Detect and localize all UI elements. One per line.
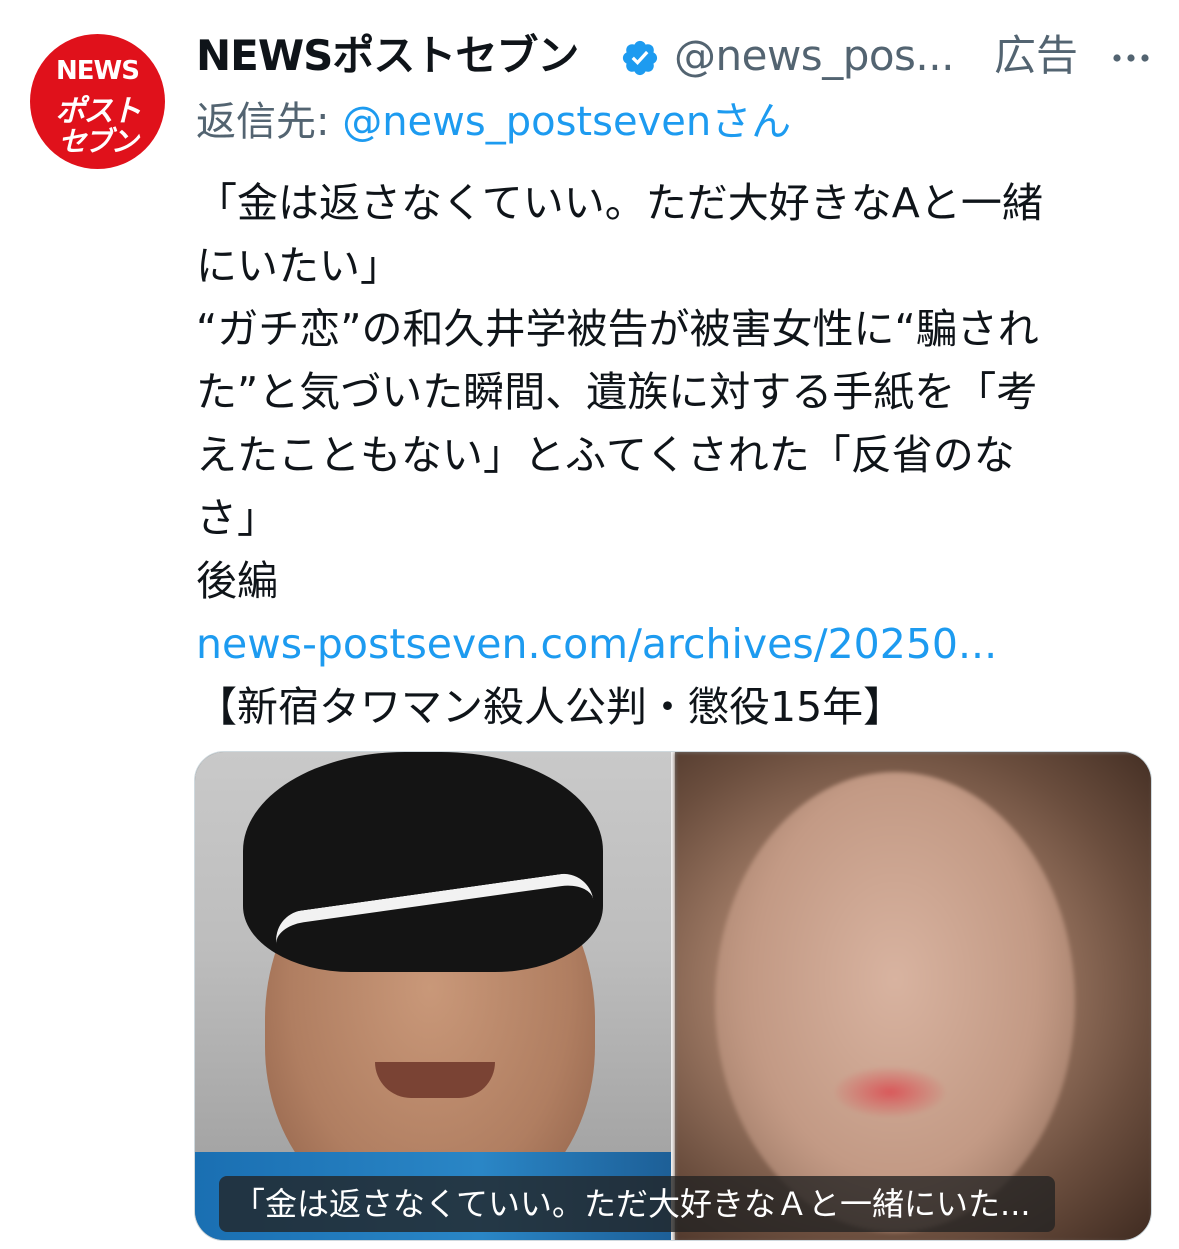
media-caption: 「金は返さなくていい。ただ大好きなＡと一緒にいた... (219, 1176, 1055, 1232)
ad-label: 広告 (994, 31, 1079, 80)
victim-blurred-photo (675, 752, 1151, 1240)
tweet-line: えたこともない」とふてくされた「反省のな (196, 431, 1015, 479)
media-card[interactable]: 「金は返さなくていい。ただ大好きなＡと一緒にいた... (194, 751, 1152, 1241)
author-avatar[interactable]: NEWS ポスト セブン (30, 34, 165, 169)
defendant-photo (195, 752, 671, 1240)
tweet-header: NEWSポストセブン @news_pos... 広告 (196, 28, 1156, 84)
article-link[interactable]: news-postseven.com/archives/20250... (196, 613, 1136, 676)
author-name[interactable]: NEWSポストセブン (196, 28, 579, 84)
tweet-line: さ」 (196, 494, 278, 542)
reply-suffix: さん (711, 99, 792, 145)
more-horizontal-icon[interactable] (1108, 28, 1154, 84)
avatar-logo-line-1: NEWS (56, 56, 140, 86)
tweet-line: た”と気づいた瞬間、遺族に対する手紙を「考 (196, 368, 1038, 416)
tweet-text: 「金は返さなくていい。ただ大好きなAと一緒 にいたい」 “ガチ恋”の和久井学被告… (196, 172, 1136, 739)
reply-prefix: 返信先: (196, 99, 343, 145)
tweet-line: 後編 (196, 557, 278, 605)
tweet-line: にいたい」 (196, 242, 401, 290)
reply-handle-link[interactable]: @news_postseven (342, 99, 711, 145)
reply-context: 返信先: @news_postsevenさん (196, 94, 1156, 150)
tweet-line: “ガチ恋”の和久井学被告が被害女性に“騙され (196, 305, 1039, 353)
tweet-line: 「金は返さなくていい。ただ大好きなAと一緒 (196, 179, 1043, 227)
avatar-logo-line-3: セブン (58, 125, 138, 158)
verified-badge-icon (622, 40, 658, 76)
avatar-logo: NEWS ポスト セブン (30, 34, 165, 169)
author-handle[interactable]: @news_pos... (674, 28, 954, 84)
tweet-tag-line: 【新宿タワマン殺人公判・懲役15年】 (196, 683, 905, 731)
